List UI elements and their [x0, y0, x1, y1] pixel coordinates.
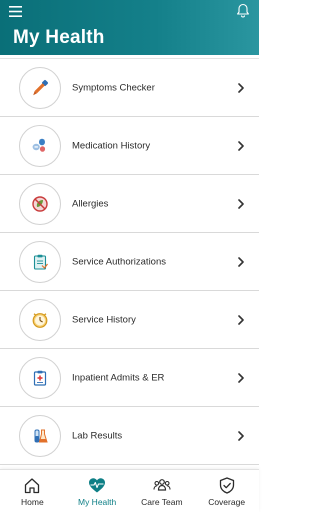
menu-item-service-authorizations[interactable]: Service Authorizations	[0, 233, 259, 291]
clipboard-icon	[33, 254, 48, 270]
lab-flask-icon	[34, 429, 48, 442]
app-header: My Health	[0, 0, 259, 55]
menu-item-label: Symptoms Checker	[72, 82, 155, 93]
shield-icon	[219, 477, 234, 494]
no-allergen-icon	[32, 195, 48, 212]
menu-item-label: Allergies	[72, 198, 109, 209]
page-title: My Health	[13, 27, 105, 48]
chevron-right-icon	[238, 430, 244, 441]
icon-circle	[19, 414, 61, 457]
bell-icon[interactable]	[235, 3, 251, 19]
icon-circle	[19, 356, 61, 399]
menu-item-label: Inpatient Admits & ER	[72, 372, 165, 383]
tab-care-team[interactable]: Care Team	[130, 470, 195, 512]
heart-pulse-icon	[89, 478, 106, 493]
icon-circle	[19, 298, 61, 341]
menu-item-service-history[interactable]: Service History	[0, 291, 259, 349]
menu-item-inpatient-admits-er[interactable]: Inpatient Admits & ER	[0, 349, 259, 407]
clock-icon	[32, 312, 48, 328]
icon-circle	[19, 182, 61, 225]
menu-item-label: Medication History	[72, 140, 151, 151]
dropper-icon	[33, 79, 49, 95]
care-team-icon	[153, 479, 171, 491]
menu-item-lab-results[interactable]: Lab Results	[0, 407, 259, 465]
tab-coverage[interactable]: Coverage	[194, 470, 259, 512]
chevron-right-icon	[238, 314, 244, 325]
medical-clipboard-icon	[33, 370, 47, 386]
menu-item-label: Service Authorizations	[72, 256, 166, 267]
tab-label: Home	[21, 497, 44, 507]
chevron-right-icon	[238, 256, 244, 267]
chevron-right-icon	[238, 82, 244, 93]
chevron-right-icon	[238, 372, 244, 383]
menu-item-label: Lab Results	[72, 430, 123, 441]
tab-label: Care Team	[141, 497, 183, 507]
menu-item-medication-history[interactable]: Medication History	[0, 117, 259, 175]
home-icon	[25, 478, 40, 494]
menu-item-allergies[interactable]: Allergies	[0, 175, 259, 233]
tab-home[interactable]: Home	[0, 470, 65, 512]
tab-my-health[interactable]: My Health	[65, 470, 130, 512]
chevron-right-icon	[238, 198, 244, 209]
menu-item-symptoms-checker[interactable]: Symptoms Checker	[0, 58, 259, 117]
menu-item-label: Service History	[72, 314, 136, 325]
icon-circle	[19, 124, 61, 167]
icon-circle	[19, 240, 61, 283]
hamburger-menu-icon[interactable]	[9, 6, 22, 17]
bottom-tab-bar: Home My Health Care Team Coverage	[0, 469, 259, 512]
chevron-right-icon	[238, 140, 244, 151]
tab-label: My Health	[77, 497, 117, 507]
my-health-menu: Symptoms Checker Medication History Alle…	[0, 58, 259, 465]
tab-label: Coverage	[208, 497, 246, 507]
icon-circle	[19, 66, 61, 109]
pills-icon	[32, 138, 46, 152]
